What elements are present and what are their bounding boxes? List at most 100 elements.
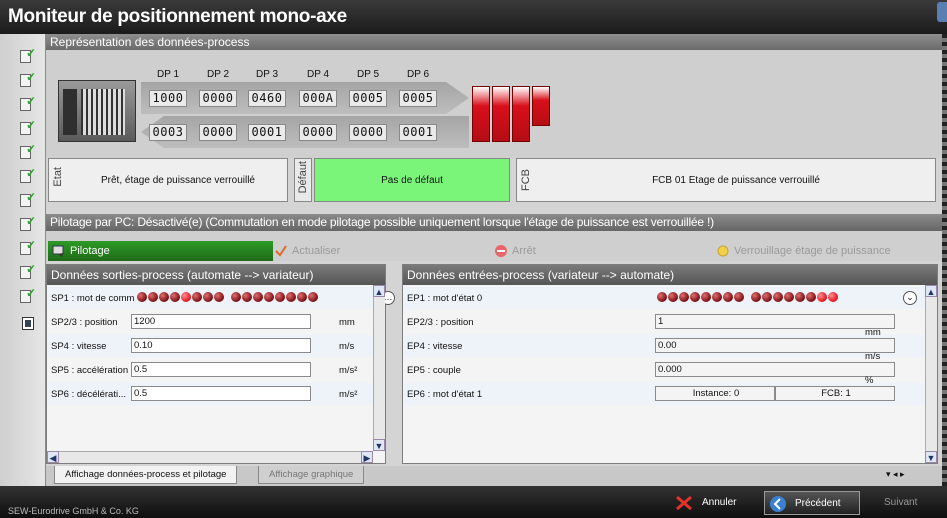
dp-in-value: 0000	[299, 124, 337, 141]
out-panel-title: Données sorties-process (automate --> va…	[47, 265, 385, 285]
dp-label: DP 5	[356, 69, 380, 80]
bit-led-icon	[148, 292, 158, 303]
step-check-icon[interactable]: ✓	[20, 70, 36, 89]
dp-label: DP 4	[306, 69, 330, 80]
sp-value-field[interactable]: 0.10	[131, 338, 311, 353]
bit-led-icon	[784, 292, 794, 303]
bit-led-icon	[734, 292, 744, 303]
scroll-down-icon[interactable]: ▼	[373, 439, 385, 451]
sp-row: SP5 : accélération 0.5 m/s²	[47, 359, 373, 381]
scroll-left-icon[interactable]: ◀	[47, 451, 59, 463]
defaut-text: Pas de défaut	[381, 175, 443, 186]
step-check-icon[interactable]: ✓	[20, 142, 36, 161]
sp1-row: SP1 : mot de comm …	[47, 287, 395, 309]
tab-graphic[interactable]: Affichage graphique	[258, 466, 365, 484]
dp-in-value: 0001	[399, 124, 437, 141]
cancel-button[interactable]: Annuler	[672, 491, 736, 515]
step-check-icon[interactable]: ✓	[20, 286, 36, 305]
step-check-icon[interactable]: ✓	[20, 118, 36, 137]
company-name: SEW-Eurodrive GmbH & Co. KG	[8, 506, 139, 516]
in-vertical-scrollbar[interactable]: ▲ ▼	[925, 285, 937, 463]
tab-process-data[interactable]: Affichage données-process et pilotage	[54, 466, 238, 484]
bit-led-icon	[828, 292, 838, 303]
dp-out-value: 000A	[299, 90, 337, 107]
cancel-label: Annuler	[702, 497, 737, 508]
in-process-panel: Données entrées-process (variateur --> a…	[402, 264, 938, 464]
ep1-bits	[657, 292, 839, 303]
scroll-up-icon[interactable]: ▲	[925, 285, 937, 297]
sp-value-field[interactable]: 0.5	[131, 362, 311, 377]
bit-led-icon	[723, 292, 733, 303]
out-vertical-scrollbar[interactable]: ▲ ▼	[373, 285, 385, 451]
defaut-tag: Défaut	[297, 161, 309, 194]
bit-led-icon	[181, 292, 191, 303]
bit-led-icon	[751, 292, 761, 303]
ep1-dropdown-button[interactable]: ⌄	[903, 291, 917, 305]
dp-in-value: 0003	[149, 124, 187, 141]
step-check-icon[interactable]: ✓	[20, 238, 36, 257]
etat-box: Etat Prêt, étage de puissance verrouillé	[48, 158, 288, 202]
dp-in-value: 0001	[248, 124, 286, 141]
scroll-right-icon[interactable]: ▶	[361, 451, 373, 463]
pilotage-label: Pilotage	[70, 245, 110, 257]
bit-led-icon	[690, 292, 700, 303]
next-label: Suivant	[884, 497, 918, 508]
fcb-text: FCB 01 Etage de puissance verrouillé	[652, 175, 820, 186]
sp-value-field[interactable]: 0.5	[131, 386, 311, 401]
scroll-up-icon[interactable]: ▲	[373, 285, 385, 297]
verrouillage-label: Verrouillage étage de puissance	[734, 245, 891, 257]
check-icon	[275, 245, 287, 257]
out-horizontal-scrollbar[interactable]: ◀ ▶	[47, 451, 373, 463]
right-edge-strip	[942, 34, 947, 486]
step-check-icon[interactable]: ✓	[20, 166, 36, 185]
stop-icon	[495, 245, 507, 257]
bit-led-icon	[275, 292, 285, 303]
out-process-panel: Données sorties-process (automate --> va…	[46, 264, 395, 464]
bit-led-icon	[308, 292, 318, 303]
step-check-icon[interactable]: ✓	[20, 262, 36, 281]
step-check-icon[interactable]: ✓	[20, 214, 36, 233]
ep-value-field: 1	[655, 314, 895, 329]
sp-row: SP2/3 : position 1200 mm	[47, 311, 373, 333]
etat-tag: Etat	[52, 167, 64, 187]
previous-button[interactable]: Précédent	[764, 491, 860, 515]
drive-image	[472, 80, 552, 146]
arret-button[interactable]: Arrêt	[490, 241, 536, 261]
ep6-instance: Instance: 0	[655, 386, 775, 401]
next-button[interactable]: Suivant	[854, 491, 917, 515]
current-step-icon[interactable]	[20, 316, 36, 333]
bit-led-icon	[192, 292, 202, 303]
window-titlebar: Moniteur de positionnement mono-axe	[0, 0, 947, 34]
sp-value-field[interactable]: 1200	[131, 314, 311, 329]
window-title: Moniteur de positionnement mono-axe	[8, 6, 347, 27]
bit-led-icon	[679, 292, 689, 303]
sp-row: SP6 : décélérati... 0.5 m/s²	[47, 383, 373, 405]
pilotage-button[interactable]: Pilotage	[48, 241, 273, 261]
ep-label: EP2/3 : position	[407, 317, 474, 328]
dp-out-value: 0460	[248, 90, 286, 107]
actualiser-button[interactable]: Actualiser	[270, 241, 340, 261]
dp-out-value: 0005	[349, 90, 387, 107]
dp-out-value: 0000	[199, 90, 237, 107]
step-check-icon[interactable]: ✓	[20, 46, 36, 65]
bit-led-icon	[242, 292, 252, 303]
dp-out-value: 1000	[149, 90, 187, 107]
sp-unit: m/s²	[339, 365, 358, 376]
window-menu-icon[interactable]	[937, 2, 947, 22]
bit-led-icon	[297, 292, 307, 303]
tab-scroll-icon[interactable]: ▾ ◂ ▸	[886, 469, 905, 480]
verrouillage-button[interactable]: Verrouillage étage de puissance	[712, 241, 891, 261]
state-row: Etat Prêt, étage de puissance verrouillé…	[46, 158, 942, 210]
bit-led-icon	[203, 292, 213, 303]
ep-label: EP4 : vitesse	[407, 341, 463, 352]
bit-led-icon	[170, 292, 180, 303]
bit-led-icon	[264, 292, 274, 303]
scroll-down-icon[interactable]: ▼	[925, 451, 937, 463]
step-check-icon[interactable]: ✓	[20, 190, 36, 209]
ep1-label: EP1 : mot d'état 0	[407, 293, 483, 304]
actualiser-label: Actualiser	[292, 245, 341, 257]
bit-led-icon	[712, 292, 722, 303]
fcb-tag: FCB	[520, 169, 532, 191]
step-check-icon[interactable]: ✓	[20, 94, 36, 113]
bit-led-icon	[253, 292, 263, 303]
